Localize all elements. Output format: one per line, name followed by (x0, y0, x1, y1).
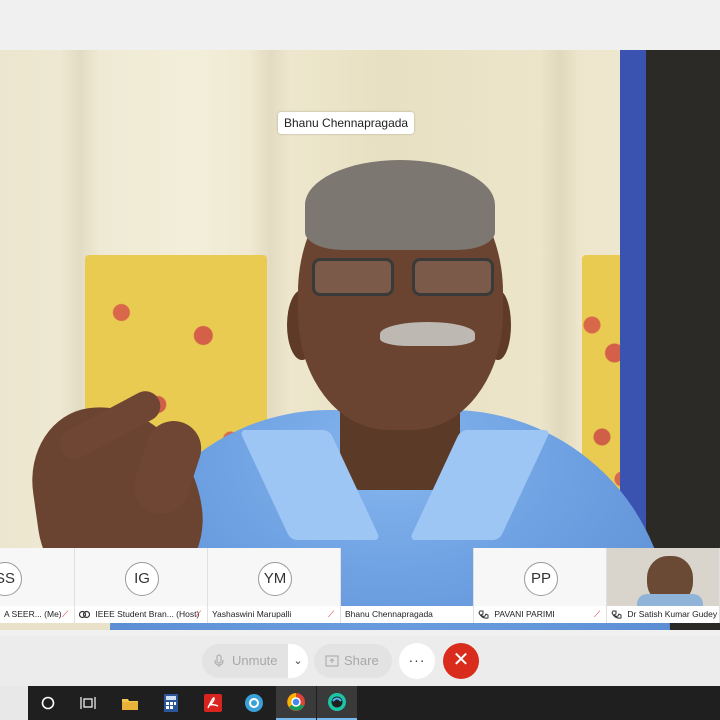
share-button[interactable]: Share (314, 644, 392, 678)
windows-taskbar (0, 686, 720, 720)
file-explorer-icon[interactable] (110, 686, 150, 720)
speaker-glasses (312, 258, 507, 298)
browser-icon[interactable] (234, 686, 274, 720)
phone-audio-icon (611, 610, 622, 619)
dark-background-right (646, 50, 720, 630)
participant-avatar: YM (258, 562, 292, 596)
audio-options-dropdown[interactable]: ⌄ (288, 644, 308, 678)
participant-name: PAVANI PARIMI ⟋ (474, 606, 606, 623)
meeting-controls-bar: Unmute ⌄ Share ··· ✕ (0, 636, 720, 686)
participant-tile[interactable]: SS A SEER... (Me) ⟋ (0, 548, 75, 623)
task-view-icon[interactable] (68, 686, 108, 720)
more-options-button[interactable]: ··· (399, 643, 435, 679)
webex-icon[interactable] (317, 686, 357, 720)
participant-name: Bhanu Chennapragada (341, 606, 473, 623)
cortana-icon[interactable] (28, 686, 68, 720)
participant-name: Dr Satish Kumar Gudey (607, 606, 719, 623)
main-video-feed: Bhanu Chennapragada (0, 50, 720, 630)
participant-tile-video[interactable]: Dr Satish Kumar Gudey (607, 548, 720, 623)
unmute-button[interactable]: Unmute (202, 644, 288, 678)
acrobat-reader-icon[interactable] (193, 686, 233, 720)
participant-tile[interactable]: IG IEEE Student Bran... (Host) ⟋ (75, 548, 208, 623)
participant-name: IEEE Student Bran... (Host) ⟋ (75, 606, 207, 623)
participant-name: Yashaswini Marupalli ⟋ (208, 606, 340, 623)
mic-muted-icon: ⟋ (594, 609, 601, 619)
participant-avatar: IG (125, 562, 159, 596)
participant-tile[interactable]: PP PAVANI PARIMI ⟋ (474, 548, 607, 623)
participant-avatar: SS (0, 562, 22, 596)
mic-muted-icon: ⟋ (62, 609, 69, 619)
speaker-name-label: Bhanu Chennapragada (278, 112, 415, 134)
chevron-down-icon: ⌄ (293, 655, 303, 667)
end-meeting-button[interactable]: ✕ (443, 643, 479, 679)
participant-avatar: PP (524, 562, 558, 596)
participant-strip[interactable]: SS A SEER... (Me) ⟋ IG IEEE Student Bran… (0, 548, 720, 623)
phone-audio-icon (478, 610, 489, 619)
chrome-icon[interactable] (276, 686, 316, 720)
host-icon (79, 611, 90, 619)
mic-muted-icon: ⟋ (328, 609, 335, 619)
calculator-icon[interactable] (151, 686, 191, 720)
participant-tile-active-speaker[interactable]: Bhanu Chennapragada (341, 548, 474, 623)
window-top-bar (0, 0, 720, 50)
microphone-icon (214, 654, 224, 667)
participant-name: A SEER... (Me) ⟋ (0, 606, 74, 623)
participant-tile[interactable]: YM Yashaswini Marupalli ⟋ (208, 548, 341, 623)
share-screen-icon (325, 655, 339, 667)
mic-muted-icon: ⟋ (195, 609, 202, 619)
